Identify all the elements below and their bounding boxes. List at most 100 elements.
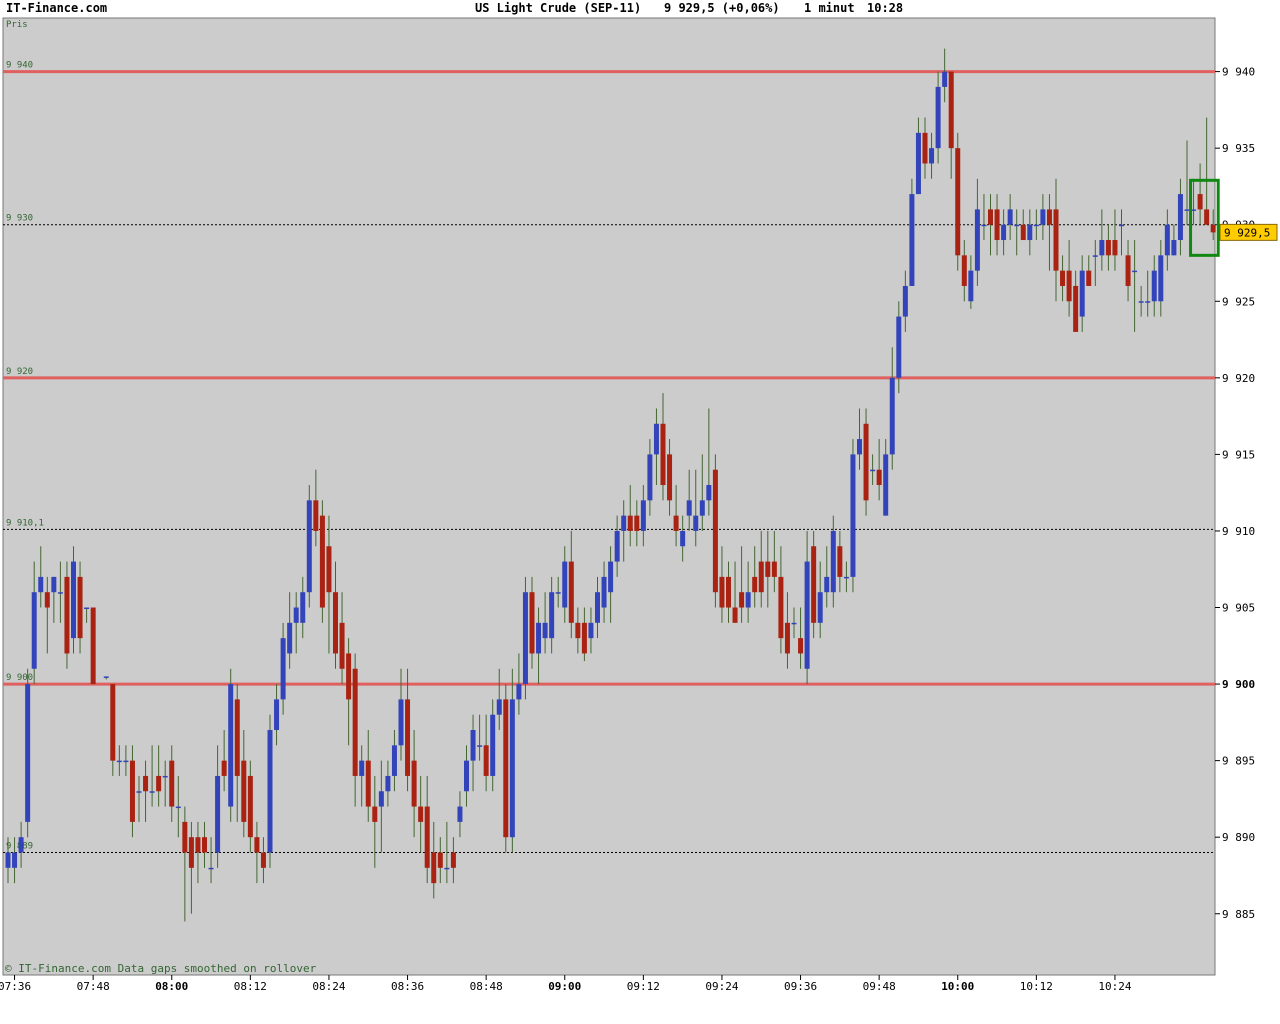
- candle-body: [516, 684, 522, 700]
- y-tick-label: 9 910: [1222, 525, 1255, 538]
- candle-body: [647, 454, 653, 501]
- candle-body: [562, 561, 568, 608]
- candle-body: [765, 561, 771, 577]
- candle-body: [1204, 209, 1210, 225]
- candle-body: [601, 576, 607, 608]
- candle-body: [693, 515, 699, 531]
- candle-body: [110, 684, 116, 761]
- candle-body: [621, 515, 627, 531]
- candlestick-chart[interactable]: 9 9409 9309 9209 910,19 9009 889 9 8859 …: [0, 0, 1280, 1024]
- candle-body: [1151, 270, 1157, 302]
- candle-body: [568, 561, 574, 623]
- candle-body: [758, 561, 764, 593]
- candle-body: [247, 775, 253, 838]
- candle-body: [333, 592, 338, 654]
- y-tick-label: 9 900: [1222, 678, 1255, 691]
- candle-body: [680, 530, 686, 547]
- candle-body: [1164, 224, 1170, 256]
- candle-body: [136, 791, 142, 793]
- candle-body: [555, 592, 561, 594]
- level-label: 9 910,1: [6, 518, 44, 528]
- candle-body: [667, 454, 673, 501]
- candle-body: [961, 255, 967, 286]
- candle-body: [719, 576, 725, 608]
- footer-note: © IT-Finance.com Data gaps smoothed on r…: [5, 962, 317, 975]
- candle-body: [18, 837, 24, 853]
- candle-body: [529, 592, 535, 654]
- candle-body: [64, 576, 70, 654]
- candle-body: [994, 209, 1000, 241]
- y-tick-label: 9 915: [1222, 448, 1255, 461]
- candle-body: [31, 592, 37, 669]
- candle-body: [870, 469, 876, 472]
- candle-body: [496, 699, 502, 715]
- candle-body: [902, 285, 908, 317]
- candle-body: [588, 622, 594, 639]
- candle-body: [536, 622, 542, 654]
- candle-body: [228, 684, 234, 807]
- candle-body: [824, 576, 830, 593]
- candle-body: [352, 668, 358, 776]
- x-tick-label: 09:00: [548, 980, 581, 993]
- candle-body: [162, 775, 168, 778]
- candle-body: [195, 837, 201, 853]
- candle-body: [254, 837, 260, 853]
- candle-body: [503, 699, 509, 838]
- candle-body: [929, 148, 935, 164]
- y-tick-label: 9 925: [1222, 295, 1255, 308]
- candle-body: [1132, 270, 1138, 273]
- x-tick-label: 10:24: [1098, 980, 1131, 993]
- candle-body: [1001, 224, 1007, 241]
- candle-body: [909, 194, 915, 286]
- candle-body: [817, 592, 823, 623]
- candle-body: [208, 867, 214, 870]
- x-tick-label: 09:24: [705, 980, 738, 993]
- candle-body: [188, 837, 194, 868]
- candle-body: [470, 730, 476, 761]
- candle-body: [411, 760, 417, 807]
- candle-body: [1125, 255, 1131, 286]
- candle-body: [752, 576, 758, 593]
- candle-body: [1079, 270, 1085, 317]
- y-tick-label: 9 885: [1222, 908, 1255, 921]
- candle-body: [804, 561, 810, 669]
- candle-body: [300, 592, 306, 623]
- candle-body: [234, 699, 240, 776]
- y-tick-label: 9 920: [1222, 372, 1255, 385]
- candle-body: [968, 270, 974, 302]
- candle-body: [811, 546, 817, 623]
- candle-body: [103, 676, 109, 678]
- candle-body: [653, 423, 659, 455]
- candle-body: [215, 775, 221, 853]
- candle-body: [51, 576, 57, 593]
- candle-body: [1040, 209, 1046, 225]
- candle-body: [1014, 224, 1020, 227]
- candle-body: [935, 86, 941, 149]
- candle-body: [549, 592, 555, 639]
- candle-body: [948, 71, 954, 149]
- candle-body: [575, 622, 581, 639]
- candle-body: [450, 852, 456, 868]
- candle-body: [640, 500, 646, 531]
- x-tick-label: 08:00: [155, 980, 188, 993]
- candle-body: [509, 699, 515, 838]
- candle-body: [1197, 194, 1203, 210]
- candle-body: [38, 576, 44, 593]
- candle-body: [1053, 209, 1059, 271]
- candle-body: [798, 638, 804, 654]
- candle-body: [889, 377, 895, 455]
- candle-body: [1184, 209, 1190, 211]
- x-tick-label: 09:12: [627, 980, 660, 993]
- candle-body: [25, 684, 31, 822]
- candle-body: [791, 622, 797, 625]
- candle-body: [123, 760, 129, 763]
- candle-body: [385, 775, 391, 792]
- candle-body: [712, 469, 718, 593]
- candle-body: [784, 622, 790, 654]
- candle-body: [1158, 255, 1164, 302]
- candle-body: [424, 806, 430, 868]
- candle-body: [44, 592, 50, 608]
- candle-body: [156, 775, 162, 792]
- candle-body: [1020, 224, 1026, 241]
- candle-body: [837, 546, 843, 577]
